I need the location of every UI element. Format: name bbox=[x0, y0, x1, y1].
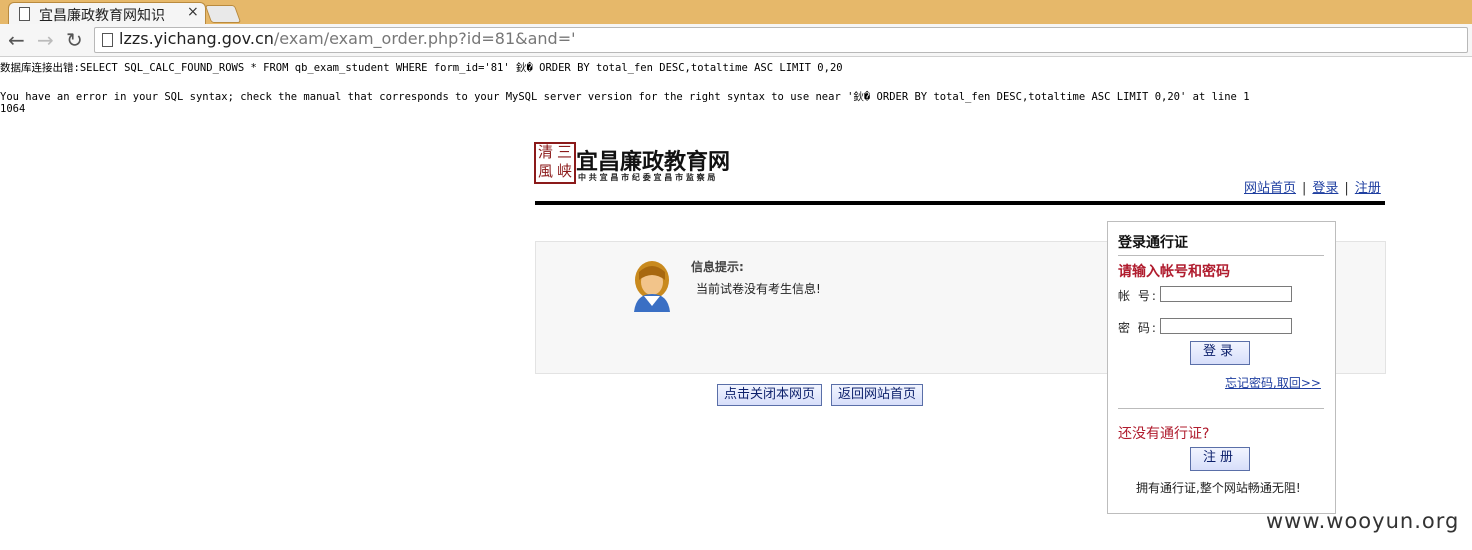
divider bbox=[1118, 255, 1324, 256]
address-bar[interactable]: lzzs.yichang.gov.cn/exam/exam_order.php?… bbox=[94, 27, 1468, 53]
forgot-password-link[interactable]: 忘记密码,取回>> bbox=[1225, 374, 1321, 391]
browser-tabstrip: 宜昌廉政教育网知识 × bbox=[0, 0, 1472, 25]
no-account-text: 还没有通行证? bbox=[1118, 426, 1210, 442]
close-page-button[interactable]: 点击关闭本网页 bbox=[717, 384, 823, 406]
seal-char: 峡 bbox=[556, 162, 572, 180]
login-hint: 请输入帐号和密码 bbox=[1118, 264, 1230, 280]
watermark: www.wooyun.org bbox=[1266, 509, 1460, 533]
divider bbox=[1118, 408, 1324, 409]
message-body: 当前试卷没有考生信息! bbox=[696, 282, 821, 296]
logo-seal: 清 三 風 峡 bbox=[534, 142, 576, 184]
logo-subtitle: 中 共 宜 昌 市 纪 委 宜 昌 市 监 察 局 bbox=[578, 173, 716, 182]
nav-home-link[interactable]: 网站首页 bbox=[1244, 181, 1296, 196]
top-nav: 网站首页 | 登录 | 注册 bbox=[1244, 177, 1381, 196]
error-code: 1064 bbox=[0, 103, 26, 115]
header-divider bbox=[535, 201, 1385, 205]
register-button[interactable]: 注册 bbox=[1190, 447, 1250, 471]
document-icon bbox=[19, 7, 30, 21]
return-home-button[interactable]: 返回网站首页 bbox=[831, 384, 924, 406]
forward-arrow-icon[interactable]: → bbox=[37, 28, 54, 52]
nav-register-link[interactable]: 注册 bbox=[1355, 181, 1381, 196]
url-text[interactable]: lzzs.yichang.gov.cn/exam/exam_order.php?… bbox=[119, 29, 576, 48]
password-label: 密 码: bbox=[1118, 321, 1158, 335]
browser-toolbar: ← → ↻ lzzs.yichang.gov.cn/exam/exam_orde… bbox=[0, 24, 1472, 57]
seal-char: 三 bbox=[556, 143, 572, 161]
seal-char: 風 bbox=[537, 162, 553, 180]
message-heading: 信息提示: bbox=[691, 260, 744, 274]
password-input[interactable] bbox=[1160, 318, 1292, 334]
nav-login-link[interactable]: 登录 bbox=[1312, 181, 1338, 196]
login-title: 登录通行证 bbox=[1118, 235, 1188, 251]
seal-char: 清 bbox=[537, 143, 553, 161]
db-error-line: 数据库连接出错:SELECT SQL_CALC_FOUND_ROWS * FRO… bbox=[0, 62, 843, 74]
browser-tab[interactable]: 宜昌廉政教育网知识 × bbox=[8, 2, 206, 25]
close-tab-icon[interactable]: × bbox=[187, 4, 199, 20]
user-avatar-icon bbox=[634, 261, 670, 312]
site-logo[interactable]: 清 三 風 峡 宜昌廉政教育网 中 共 宜 昌 市 纪 委 宜 昌 市 监 察 … bbox=[534, 142, 744, 184]
login-footer-text: 拥有通行证,整个网站畅通无阻! bbox=[1136, 481, 1301, 495]
login-button[interactable]: 登录 bbox=[1190, 341, 1250, 365]
page-icon bbox=[102, 33, 113, 47]
reload-icon[interactable]: ↻ bbox=[66, 28, 83, 52]
account-label: 帐 号: bbox=[1118, 289, 1158, 303]
sql-error-message: You have an error in your SQL syntax; ch… bbox=[0, 91, 1250, 103]
account-input[interactable] bbox=[1160, 286, 1292, 302]
back-arrow-icon[interactable]: ← bbox=[8, 28, 25, 52]
tab-title: 宜昌廉政教育网知识 bbox=[39, 8, 165, 24]
nav-separator: | bbox=[1344, 181, 1349, 196]
nav-separator: | bbox=[1302, 181, 1307, 196]
login-panel: 登录通行证 请输入帐号和密码 帐 号: 密 码: 登录 忘记密码,取回>> 还没… bbox=[1107, 221, 1336, 514]
new-tab-button[interactable] bbox=[204, 5, 242, 23]
